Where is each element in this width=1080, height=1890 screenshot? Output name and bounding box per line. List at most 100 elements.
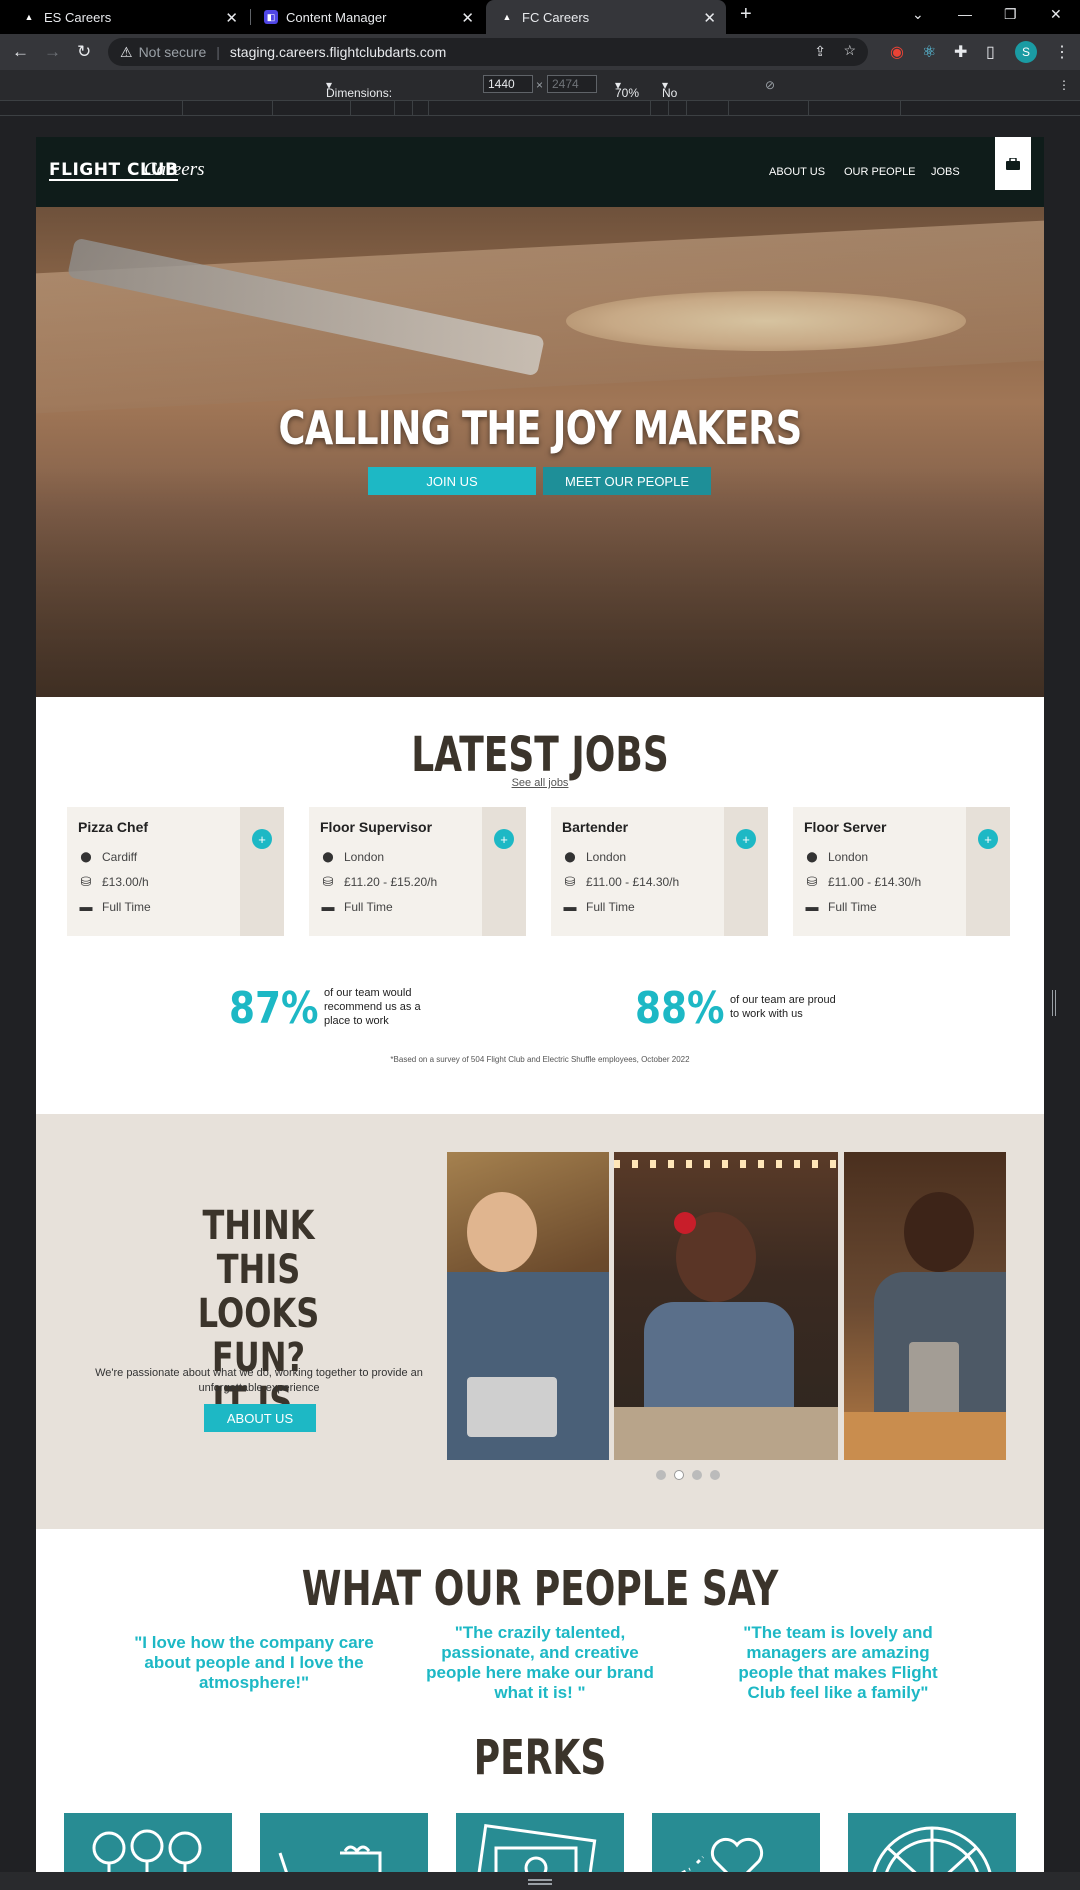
triangle-icon: ▲ xyxy=(502,12,512,22)
tab-title: FC Careers xyxy=(522,9,590,25)
kebab-menu-icon[interactable]: ⋮ xyxy=(1054,42,1070,62)
side-panel-icon[interactable]: ▯ xyxy=(986,42,995,62)
money-icon: ⛁ xyxy=(322,874,334,889)
perk-card-5[interactable] xyxy=(848,1813,1016,1872)
job-card[interactable]: + Floor Supervisor ⬤ London ⛁ £11.20 - £15.20… xyxy=(309,807,526,936)
briefcase-button[interactable] xyxy=(995,137,1031,190)
about-us-button[interactable]: ABOUT US xyxy=(204,1404,316,1432)
job-card-side xyxy=(966,807,1010,936)
throttling-dropdown[interactable]: No throttling ▾ xyxy=(662,78,708,114)
money-icon: ⛁ xyxy=(806,874,818,889)
stat-proud-value: 88% xyxy=(635,983,725,1034)
forward-icon[interactable]: → xyxy=(44,42,61,62)
extensions-puzzle-icon[interactable]: ✚ xyxy=(954,42,967,62)
briefcase-icon: ▬ xyxy=(805,899,819,914)
job-card[interactable]: + Floor Server ⬤ London ⛁ £11.00 - £14.30/h ▬ F… xyxy=(793,807,1010,936)
expand-job-button[interactable]: + xyxy=(978,829,998,849)
tab-search-icon[interactable]: ⌄ xyxy=(912,6,924,23)
perk-card-1[interactable] xyxy=(64,1813,232,1872)
menu-about-us[interactable]: ABOUT US xyxy=(769,166,825,178)
location-pin-icon: ⬤ xyxy=(80,851,92,863)
media-query-ruler[interactable] xyxy=(0,100,1080,116)
job-location: London xyxy=(586,850,627,864)
tab-title: ES Careers xyxy=(44,9,112,25)
job-card[interactable]: + Pizza Chef ⬤ Cardiff ⛁ £13.00/h ▬ Full Time xyxy=(67,807,284,936)
carousel-dot[interactable] xyxy=(710,1470,720,1480)
width-input[interactable]: 1440 xyxy=(483,75,533,93)
back-icon[interactable]: ← xyxy=(12,42,29,62)
profile-avatar[interactable]: S xyxy=(1015,41,1037,63)
menu-our-people[interactable]: OUR PEOPLE xyxy=(844,166,916,178)
staff-photo-1[interactable] xyxy=(447,1152,609,1460)
perks-title: PERKS xyxy=(473,1730,607,1786)
perk-card-4[interactable] xyxy=(652,1813,820,1872)
money-icon xyxy=(475,1823,597,1872)
location-pin-icon: ⬤ xyxy=(564,851,576,863)
close-icon[interactable]: ✕ xyxy=(703,9,716,27)
see-all-jobs-link[interactable]: See all jobs xyxy=(36,777,1044,789)
new-tab-button[interactable]: + xyxy=(740,3,752,26)
menu-jobs[interactable]: JOBS xyxy=(931,166,960,178)
job-type: Full Time xyxy=(102,899,151,914)
tab-content-manager[interactable]: ◧ Content Manager ✕ xyxy=(250,0,484,34)
job-pay: £11.00 - £14.30/h xyxy=(586,875,680,889)
stat-recommend-text: of our team would recommend us as a plac… xyxy=(324,987,421,1027)
survey-footnote: *Based on a survey of 504 Flight Club an… xyxy=(390,1055,690,1064)
react-devtools-icon[interactable]: ⚛ xyxy=(922,42,936,62)
briefcase-icon: ▬ xyxy=(79,899,93,914)
quote-3: "The team is lovely and managers are ama… xyxy=(738,1623,938,1702)
warning-icon: ⚠ xyxy=(120,43,133,60)
join-us-button[interactable]: JOIN US xyxy=(368,467,536,495)
close-window-button[interactable]: ✕ xyxy=(1050,6,1062,23)
zoom-dropdown[interactable]: 70% ▾ xyxy=(615,78,639,100)
carousel-dot[interactable] xyxy=(692,1470,702,1480)
what-our-people-say-title: WHAT OUR PEOPLE SAY xyxy=(301,1561,779,1617)
job-card-side xyxy=(724,807,768,936)
browser-tab-bar: ▲ ES Careers ✕ ◧ Content Manager ✕ ▲ FC … xyxy=(0,0,1080,34)
job-pay: £11.00 - £14.30/h xyxy=(828,875,922,889)
reload-icon[interactable]: ↻ xyxy=(77,42,91,62)
close-icon[interactable]: ✕ xyxy=(461,9,474,27)
more-options-icon[interactable]: ⋮ xyxy=(1058,78,1070,92)
height-input[interactable]: 2474 xyxy=(547,75,597,93)
carousel-dot[interactable] xyxy=(656,1470,666,1480)
perk-card-2[interactable] xyxy=(260,1813,428,1872)
tab-title: Content Manager xyxy=(286,9,387,25)
color-extension-icon[interactable]: ◉ xyxy=(890,42,904,62)
expand-job-button[interactable]: + xyxy=(252,829,272,849)
job-type: Full Time xyxy=(344,899,393,914)
expand-job-button[interactable]: + xyxy=(494,829,514,849)
pizza-image xyxy=(566,291,966,351)
carousel-dot[interactable] xyxy=(674,1470,684,1480)
job-title: Floor Supervisor xyxy=(320,819,433,835)
omnibox[interactable]: ⚠ Not secure | staging.careers.flightclu… xyxy=(108,38,868,66)
triangle-icon: ▲ xyxy=(24,12,34,22)
job-title: Bartender xyxy=(562,819,629,835)
restore-button[interactable]: ❐ xyxy=(1004,6,1017,23)
job-card[interactable]: + Bartender ⬤ London ⛁ £11.00 - £14.30/h ▬ Full… xyxy=(551,807,768,936)
tab-es-careers[interactable]: ▲ ES Careers ✕ xyxy=(8,0,248,34)
bookmark-star-icon[interactable]: ☆ xyxy=(843,42,856,59)
dimensions-dropdown[interactable]: Dimensions: Responsive ▾ xyxy=(326,78,392,114)
location-pin-icon: ⬤ xyxy=(806,851,818,863)
cms-icon: ◧ xyxy=(264,10,278,24)
side-resize-handle[interactable] xyxy=(1052,990,1056,1016)
tab-fc-careers[interactable]: ▲ FC Careers ✕ xyxy=(486,0,726,34)
staff-photo-2[interactable] xyxy=(614,1152,838,1460)
meet-our-people-button[interactable]: MEET OUR PEOPLE xyxy=(543,467,711,495)
expand-job-button[interactable]: + xyxy=(736,829,756,849)
url-text[interactable]: staging.careers.flightclubdarts.com xyxy=(230,44,446,60)
job-card-side xyxy=(240,807,284,936)
security-label: Not secure xyxy=(138,44,207,60)
share-icon[interactable]: ⇪ xyxy=(814,43,826,60)
perk-card-3[interactable] xyxy=(456,1813,624,1872)
minimize-button[interactable]: — xyxy=(958,6,972,22)
rotate-icon[interactable]: ⊘ xyxy=(765,78,775,92)
careers-logo-text: Careers xyxy=(144,159,205,180)
staff-photo-3[interactable] xyxy=(844,1152,1006,1460)
close-icon[interactable]: ✕ xyxy=(225,9,238,27)
resize-handle[interactable] xyxy=(0,1872,1080,1890)
job-location: London xyxy=(344,850,385,864)
job-pay: £11.20 - £15.20/h xyxy=(344,875,438,889)
fun-description: We're passionate about what we do, worki… xyxy=(95,1367,423,1394)
